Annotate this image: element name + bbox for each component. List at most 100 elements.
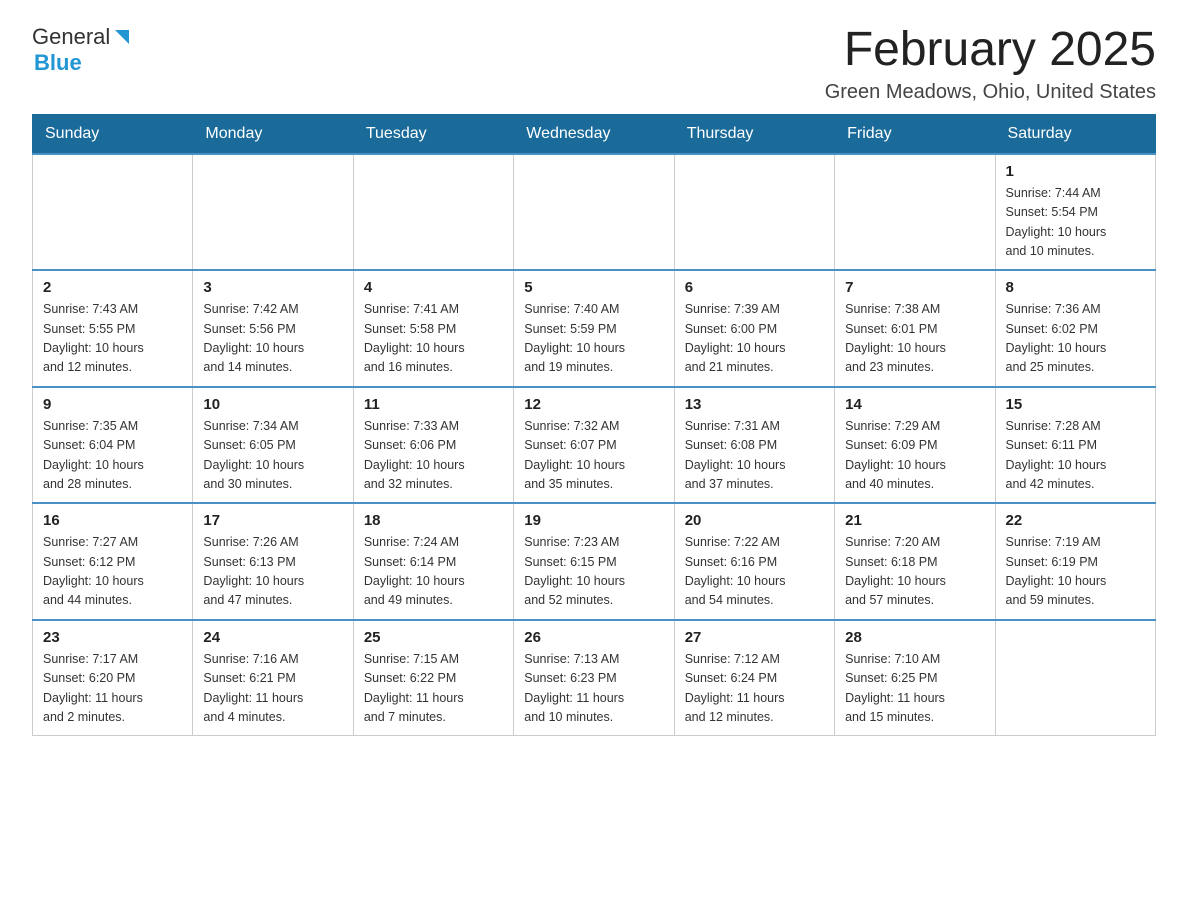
day-number: 15 bbox=[1006, 396, 1145, 413]
calendar-cell bbox=[835, 154, 995, 271]
day-number: 21 bbox=[845, 512, 984, 529]
calendar-cell: 6 Sunrise: 7:39 AMSunset: 6:00 PMDaylight… bbox=[674, 270, 834, 387]
day-number: 14 bbox=[845, 396, 984, 413]
page-title: February 2025 bbox=[825, 24, 1156, 77]
calendar-cell: 10 Sunrise: 7:34 AMSunset: 6:05 PMDayligh… bbox=[193, 387, 353, 504]
day-number: 26 bbox=[524, 629, 663, 646]
calendar-cell: 5Sunrise: 7:40 AMSunset: 5:59 PMDaylight… bbox=[514, 270, 674, 387]
day-info: Sunrise: 7:12 AMSunset: 6:24 PMDaylight:… bbox=[685, 650, 824, 728]
day-info: Sunrise: 7:27 AMSunset: 6:12 PMDaylight:… bbox=[43, 533, 182, 611]
calendar-cell: 9 Sunrise: 7:35 AMSunset: 6:04 PMDaylight… bbox=[33, 387, 193, 504]
calendar-cell: 11 Sunrise: 7:33 AMSunset: 6:06 PMDayligh… bbox=[353, 387, 513, 504]
calendar-cell: 25 Sunrise: 7:15 AMSunset: 6:22 PMDayligh… bbox=[353, 620, 513, 736]
col-friday: Friday bbox=[835, 114, 995, 154]
day-number: 20 bbox=[685, 512, 824, 529]
calendar-week-row: 23 Sunrise: 7:17 AMSunset: 6:20 PMDayligh… bbox=[33, 620, 1156, 736]
day-number: 13 bbox=[685, 396, 824, 413]
calendar-week-row: 9 Sunrise: 7:35 AMSunset: 6:04 PMDaylight… bbox=[33, 387, 1156, 504]
logo-blue-text: Blue bbox=[34, 50, 82, 76]
day-info: Sunrise: 7:28 AMSunset: 6:11 PMDaylight:… bbox=[1006, 417, 1145, 495]
calendar-cell: 20 Sunrise: 7:22 AMSunset: 6:16 PMDayligh… bbox=[674, 503, 834, 620]
day-number: 25 bbox=[364, 629, 503, 646]
calendar-week-row: 2 Sunrise: 7:43 AMSunset: 5:55 PMDaylight… bbox=[33, 270, 1156, 387]
calendar-cell: 22Sunrise: 7:19 AMSunset: 6:19 PMDayligh… bbox=[995, 503, 1155, 620]
calendar-cell: 17Sunrise: 7:26 AMSunset: 6:13 PMDayligh… bbox=[193, 503, 353, 620]
day-info: Sunrise: 7:17 AMSunset: 6:20 PMDaylight:… bbox=[43, 650, 182, 728]
calendar-cell bbox=[674, 154, 834, 271]
calendar-cell: 19 Sunrise: 7:23 AMSunset: 6:15 PMDayligh… bbox=[514, 503, 674, 620]
day-info: Sunrise: 7:24 AMSunset: 6:14 PMDaylight:… bbox=[364, 533, 503, 611]
day-info: Sunrise: 7:10 AMSunset: 6:25 PMDaylight:… bbox=[845, 650, 984, 728]
calendar-week-row: 16 Sunrise: 7:27 AMSunset: 6:12 PMDayligh… bbox=[33, 503, 1156, 620]
day-number: 23 bbox=[43, 629, 182, 646]
page-header: General Blue February 2025 Green Meadows… bbox=[32, 24, 1156, 104]
day-number: 9 bbox=[43, 396, 182, 413]
day-info: Sunrise: 7:35 AMSunset: 6:04 PMDaylight:… bbox=[43, 417, 182, 495]
calendar-cell: 12 Sunrise: 7:32 AMSunset: 6:07 PMDayligh… bbox=[514, 387, 674, 504]
day-info: Sunrise: 7:26 AMSunset: 6:13 PMDaylight:… bbox=[203, 533, 342, 611]
day-number: 12 bbox=[524, 396, 663, 413]
calendar-cell: 28 Sunrise: 7:10 AMSunset: 6:25 PMDayligh… bbox=[835, 620, 995, 736]
calendar-cell bbox=[514, 154, 674, 271]
day-info: Sunrise: 7:15 AMSunset: 6:22 PMDaylight:… bbox=[364, 650, 503, 728]
logo-triangle-icon bbox=[111, 26, 133, 48]
day-number: 10 bbox=[203, 396, 342, 413]
logo-general-text: General bbox=[32, 24, 110, 50]
title-block: February 2025 Green Meadows, Ohio, Unite… bbox=[825, 24, 1156, 104]
day-number: 1 bbox=[1006, 163, 1145, 180]
calendar-week-row: 1 Sunrise: 7:44 AMSunset: 5:54 PMDaylight… bbox=[33, 154, 1156, 271]
day-info: Sunrise: 7:43 AMSunset: 5:55 PMDaylight:… bbox=[43, 300, 182, 378]
calendar-cell: 15 Sunrise: 7:28 AMSunset: 6:11 PMDayligh… bbox=[995, 387, 1155, 504]
calendar-cell: 18 Sunrise: 7:24 AMSunset: 6:14 PMDayligh… bbox=[353, 503, 513, 620]
calendar-cell: 1 Sunrise: 7:44 AMSunset: 5:54 PMDaylight… bbox=[995, 154, 1155, 271]
day-number: 4 bbox=[364, 279, 503, 296]
day-number: 22 bbox=[1006, 512, 1145, 529]
day-info: Sunrise: 7:32 AMSunset: 6:07 PMDaylight:… bbox=[524, 417, 663, 495]
calendar-cell: 14 Sunrise: 7:29 AMSunset: 6:09 PMDayligh… bbox=[835, 387, 995, 504]
day-number: 8 bbox=[1006, 279, 1145, 296]
day-info: Sunrise: 7:22 AMSunset: 6:16 PMDaylight:… bbox=[685, 533, 824, 611]
day-number: 28 bbox=[845, 629, 984, 646]
calendar-header-row: Sunday Monday Tuesday Wednesday Thursday… bbox=[33, 114, 1156, 154]
day-info: Sunrise: 7:34 AMSunset: 6:05 PMDaylight:… bbox=[203, 417, 342, 495]
calendar-cell: 4Sunrise: 7:41 AMSunset: 5:58 PMDaylight… bbox=[353, 270, 513, 387]
day-number: 11 bbox=[364, 396, 503, 413]
day-number: 7 bbox=[845, 279, 984, 296]
day-info: Sunrise: 7:20 AMSunset: 6:18 PMDaylight:… bbox=[845, 533, 984, 611]
calendar-table: Sunday Monday Tuesday Wednesday Thursday… bbox=[32, 114, 1156, 737]
calendar-cell: 3Sunrise: 7:42 AMSunset: 5:56 PMDaylight… bbox=[193, 270, 353, 387]
col-wednesday: Wednesday bbox=[514, 114, 674, 154]
calendar-cell: 2 Sunrise: 7:43 AMSunset: 5:55 PMDaylight… bbox=[33, 270, 193, 387]
day-info: Sunrise: 7:16 AMSunset: 6:21 PMDaylight:… bbox=[203, 650, 342, 728]
calendar-cell bbox=[193, 154, 353, 271]
day-number: 18 bbox=[364, 512, 503, 529]
col-thursday: Thursday bbox=[674, 114, 834, 154]
calendar-cell bbox=[995, 620, 1155, 736]
day-info: Sunrise: 7:38 AMSunset: 6:01 PMDaylight:… bbox=[845, 300, 984, 378]
col-tuesday: Tuesday bbox=[353, 114, 513, 154]
day-number: 19 bbox=[524, 512, 663, 529]
calendar-cell: 13 Sunrise: 7:31 AMSunset: 6:08 PMDayligh… bbox=[674, 387, 834, 504]
day-info: Sunrise: 7:23 AMSunset: 6:15 PMDaylight:… bbox=[524, 533, 663, 611]
col-monday: Monday bbox=[193, 114, 353, 154]
calendar-cell: 24Sunrise: 7:16 AMSunset: 6:21 PMDayligh… bbox=[193, 620, 353, 736]
day-info: Sunrise: 7:13 AMSunset: 6:23 PMDaylight:… bbox=[524, 650, 663, 728]
day-number: 6 bbox=[685, 279, 824, 296]
day-info: Sunrise: 7:39 AMSunset: 6:00 PMDaylight:… bbox=[685, 300, 824, 378]
calendar-cell bbox=[353, 154, 513, 271]
day-number: 5 bbox=[524, 279, 663, 296]
logo: General Blue bbox=[32, 24, 134, 76]
day-info: Sunrise: 7:33 AMSunset: 6:06 PMDaylight:… bbox=[364, 417, 503, 495]
day-number: 3 bbox=[203, 279, 342, 296]
day-info: Sunrise: 7:44 AMSunset: 5:54 PMDaylight:… bbox=[1006, 184, 1145, 262]
calendar-cell: 26 Sunrise: 7:13 AMSunset: 6:23 PMDayligh… bbox=[514, 620, 674, 736]
page-subtitle: Green Meadows, Ohio, United States bbox=[825, 81, 1156, 104]
calendar-cell: 27Sunrise: 7:12 AMSunset: 6:24 PMDayligh… bbox=[674, 620, 834, 736]
calendar-cell: 16 Sunrise: 7:27 AMSunset: 6:12 PMDayligh… bbox=[33, 503, 193, 620]
day-number: 2 bbox=[43, 279, 182, 296]
day-info: Sunrise: 7:31 AMSunset: 6:08 PMDaylight:… bbox=[685, 417, 824, 495]
calendar-cell: 21 Sunrise: 7:20 AMSunset: 6:18 PMDayligh… bbox=[835, 503, 995, 620]
calendar-cell: 7 Sunrise: 7:38 AMSunset: 6:01 PMDaylight… bbox=[835, 270, 995, 387]
day-info: Sunrise: 7:29 AMSunset: 6:09 PMDaylight:… bbox=[845, 417, 984, 495]
day-number: 16 bbox=[43, 512, 182, 529]
